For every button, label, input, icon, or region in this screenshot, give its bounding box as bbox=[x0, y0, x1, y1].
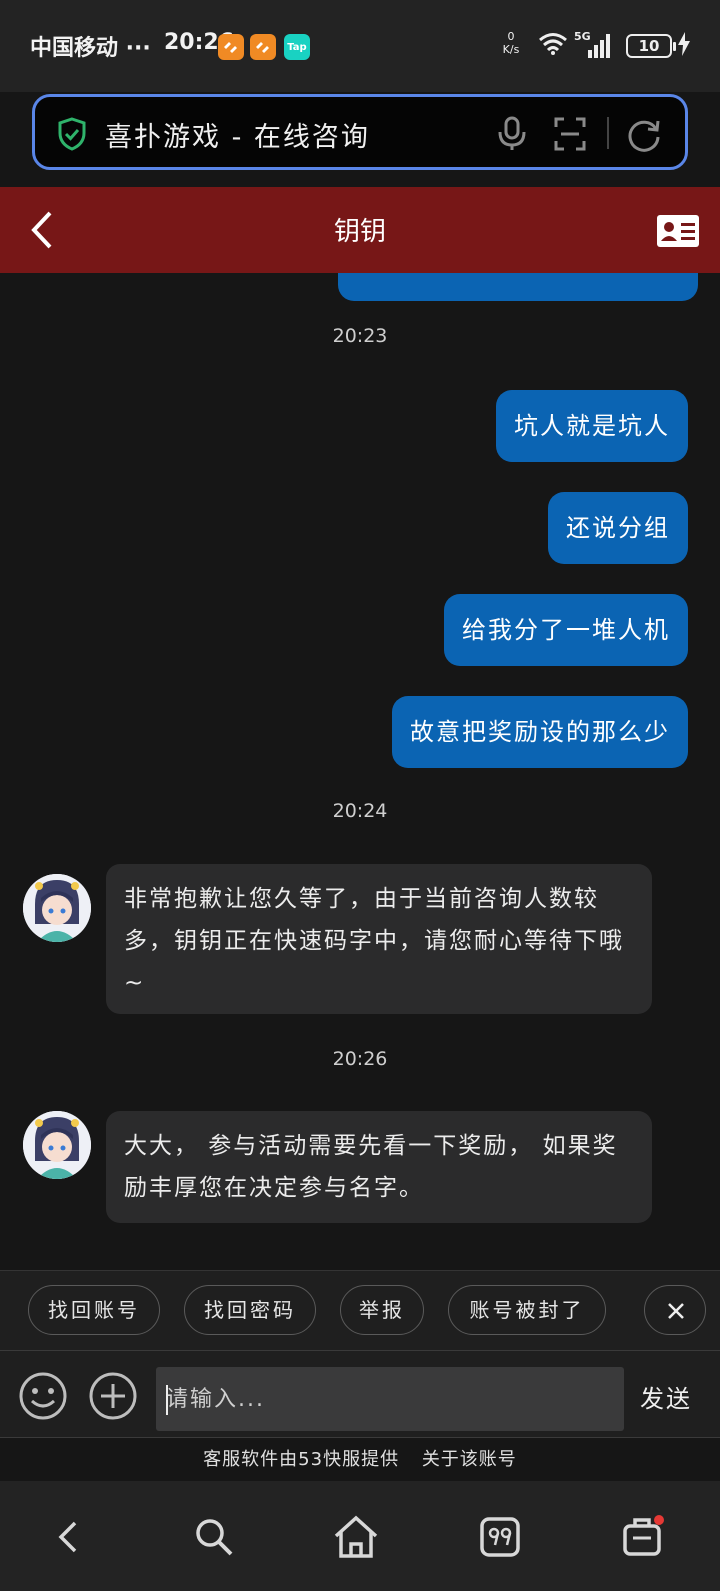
carrier-label: 中国移动 ··· bbox=[30, 36, 151, 61]
quick-reply-find-password[interactable]: 找回密码 bbox=[184, 1285, 316, 1335]
agent-avatar-illustration bbox=[23, 1111, 91, 1179]
quick-reply-find-account[interactable]: 找回账号 bbox=[28, 1285, 160, 1335]
search-icon bbox=[196, 1519, 233, 1556]
app-icon-1 bbox=[218, 34, 244, 60]
battery-indicator: 10 bbox=[626, 34, 676, 58]
outgoing-message[interactable]: 还说分组 bbox=[548, 492, 688, 564]
quick-reply-account-banned[interactable]: 账号被封了 bbox=[448, 1285, 606, 1335]
composer-bar: 发送 bbox=[0, 1350, 720, 1438]
address-bar-divider bbox=[607, 117, 609, 149]
emoji-icon[interactable] bbox=[18, 1371, 68, 1421]
net-speed-unit: K/s bbox=[502, 43, 520, 56]
timestamp: 20:23 bbox=[332, 325, 388, 347]
chat-header: 钥钥 bbox=[0, 187, 720, 273]
wifi-icon bbox=[539, 33, 567, 55]
taptap-icon: Tap bbox=[284, 34, 310, 60]
scan-icon[interactable] bbox=[553, 116, 587, 152]
net-speed-value: 0 bbox=[507, 30, 515, 43]
previous-outgoing-bubble bbox=[338, 273, 698, 301]
about-account-link[interactable]: 关于该账号 bbox=[422, 1449, 517, 1470]
nav-tabs-button[interactable] bbox=[470, 1507, 530, 1567]
outgoing-message[interactable]: 故意把奖励设的那么少 bbox=[392, 696, 688, 768]
agent-avatar[interactable] bbox=[23, 1111, 91, 1179]
nav-menu-button[interactable] bbox=[612, 1507, 672, 1567]
quick-reply-report[interactable]: 举报 bbox=[340, 1285, 424, 1335]
message-list[interactable]: 20:23 坑人就是坑人 还说分组 给我分了一堆人机 故意把奖励设的那么少 20… bbox=[0, 273, 720, 1270]
tabs-count-icon bbox=[480, 1517, 520, 1557]
shield-check-icon bbox=[58, 117, 86, 151]
outgoing-message[interactable]: 坑人就是坑人 bbox=[496, 390, 688, 462]
status-bar: 中国移动 ··· 20:26 Tap 0 K/s 5G 10 bbox=[0, 0, 720, 92]
nav-back-button[interactable] bbox=[40, 1507, 100, 1567]
close-quick-replies-button[interactable] bbox=[644, 1285, 706, 1335]
signal-icon: 5G bbox=[574, 30, 610, 58]
message-input[interactable] bbox=[156, 1367, 624, 1431]
agent-avatar[interactable] bbox=[23, 874, 91, 942]
agent-avatar-illustration bbox=[23, 874, 91, 942]
outgoing-message[interactable]: 给我分了一堆人机 bbox=[444, 594, 688, 666]
net-speed: 0 K/s bbox=[498, 30, 524, 56]
agent-name: 钥钥 bbox=[333, 217, 386, 247]
incoming-message[interactable]: 非常抱歉让您久等了，由于当前咨询人数较多，钥钥正在快速码字中，请您耐心等待下哦~ bbox=[106, 864, 652, 1014]
timestamp: 20:26 bbox=[332, 1048, 388, 1070]
address-bar[interactable]: 喜扑游戏 - 在线咨询 bbox=[32, 94, 688, 170]
incoming-message[interactable]: 大大， 参与活动需要先看一下奖励， 如果奖励丰厚您在决定参与名字。 bbox=[106, 1111, 652, 1223]
provider-footer: 客服软件由53快服提供 关于该账号 bbox=[0, 1440, 720, 1480]
provider-note: 客服软件由53快服提供 bbox=[203, 1449, 400, 1470]
chevron-left-icon bbox=[58, 1521, 77, 1553]
charging-icon bbox=[678, 32, 690, 61]
close-icon bbox=[668, 1303, 684, 1319]
browser-bottom-nav bbox=[0, 1481, 720, 1591]
home-icon bbox=[334, 1515, 378, 1558]
quick-reply-bar: 找回账号 找回密码 举报 账号被封了 bbox=[0, 1270, 720, 1350]
toolbox-icon bbox=[623, 1515, 664, 1556]
microphone-icon[interactable] bbox=[495, 116, 529, 152]
timestamp: 20:24 bbox=[332, 800, 388, 822]
network-type: 5G bbox=[574, 30, 591, 43]
page-title: 喜扑游戏 - 在线咨询 bbox=[105, 122, 370, 153]
send-button[interactable]: 发送 bbox=[640, 1379, 692, 1414]
refresh-icon[interactable] bbox=[625, 116, 663, 154]
app-icon-2 bbox=[250, 34, 276, 60]
text-caret bbox=[166, 1385, 168, 1415]
nav-search-button[interactable] bbox=[184, 1507, 244, 1567]
contact-card-icon[interactable] bbox=[656, 213, 700, 249]
add-attachment-icon[interactable] bbox=[88, 1371, 138, 1421]
nav-home-button[interactable] bbox=[326, 1507, 386, 1567]
